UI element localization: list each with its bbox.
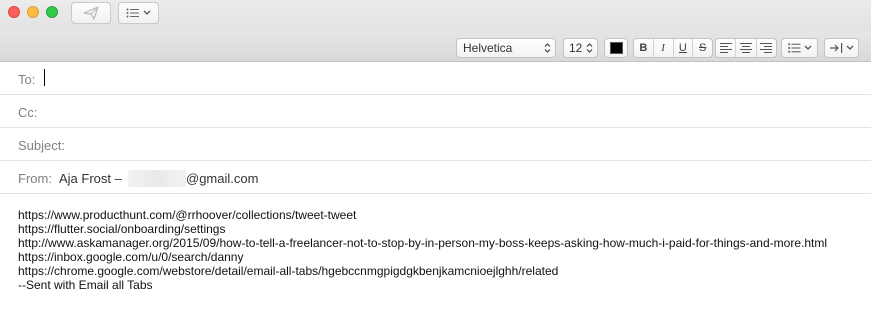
list-style-select[interactable] [781,38,818,58]
to-field[interactable] [44,62,861,95]
from-row: From: Aja Frost – @gmail.com [0,161,871,194]
strikethrough-button[interactable]: S [693,39,712,57]
indent-select[interactable] [824,38,859,58]
format-bar: Helvetica 12 B I U S [0,31,871,62]
chevron-down-icon [846,45,853,50]
align-right-button[interactable] [757,39,776,57]
font-family-value: Helvetica [463,41,513,55]
header-fields-menu-button[interactable] [118,2,159,24]
font-size-value: 12 [569,41,583,55]
chevron-down-icon [143,10,151,15]
body-line: --Sent with Email all Tabs [18,278,153,292]
message-body[interactable]: https://www.producthunt.com/@rrhoover/co… [18,208,827,292]
subject-row: Subject: [0,128,871,161]
from-label: From: [18,171,52,186]
chevron-down-icon [804,45,811,50]
body-line: https://chrome.google.com/webstore/detai… [18,264,559,278]
body-line: https://inbox.google.com/u/0/search/dann… [18,250,244,264]
indent-icon [829,43,842,53]
from-sender-name[interactable]: Aja Frost – [59,171,122,186]
body-line: https://www.producthunt.com/@rrhoover/co… [18,208,357,222]
bulleted-list-icon [787,43,800,53]
cc-row: Cc: [0,95,871,128]
send-button[interactable] [71,2,111,24]
align-center-icon [739,43,752,53]
align-left-button[interactable] [716,39,737,57]
text-color-well[interactable] [604,38,628,58]
title-bar [0,0,871,31]
subject-label: Subject: [18,138,65,153]
alignment-group [715,38,777,58]
subject-field[interactable] [72,128,861,161]
font-family-select[interactable]: Helvetica [456,38,556,58]
redacted-email-user [128,170,186,187]
stepper-icon [586,43,593,53]
body-line: https://flutter.social/onboarding/settin… [18,222,226,236]
align-right-icon [760,43,773,53]
cc-label: Cc: [18,105,38,120]
list-icon [126,8,139,18]
close-window-button[interactable] [8,6,20,18]
align-center-button[interactable] [736,39,757,57]
stepper-icon [544,43,551,53]
minimize-window-button[interactable] [27,6,39,18]
cc-field[interactable] [44,95,861,128]
font-size-select[interactable]: 12 [563,38,598,58]
italic-button[interactable]: I [654,39,674,57]
underline-button[interactable]: U [674,39,694,57]
to-row: To: [0,62,871,95]
text-style-group: B I U S [633,38,713,58]
body-line: http://www.askamanager.org/2015/09/how-t… [18,236,827,250]
maximize-window-button[interactable] [46,6,58,18]
text-color-swatch [609,42,623,54]
text-caret [44,69,45,86]
to-label: To: [18,72,36,87]
from-email-domain: @gmail.com [186,171,259,186]
align-left-icon [719,43,732,53]
paper-plane-icon [83,6,99,20]
bold-button[interactable]: B [634,39,654,57]
